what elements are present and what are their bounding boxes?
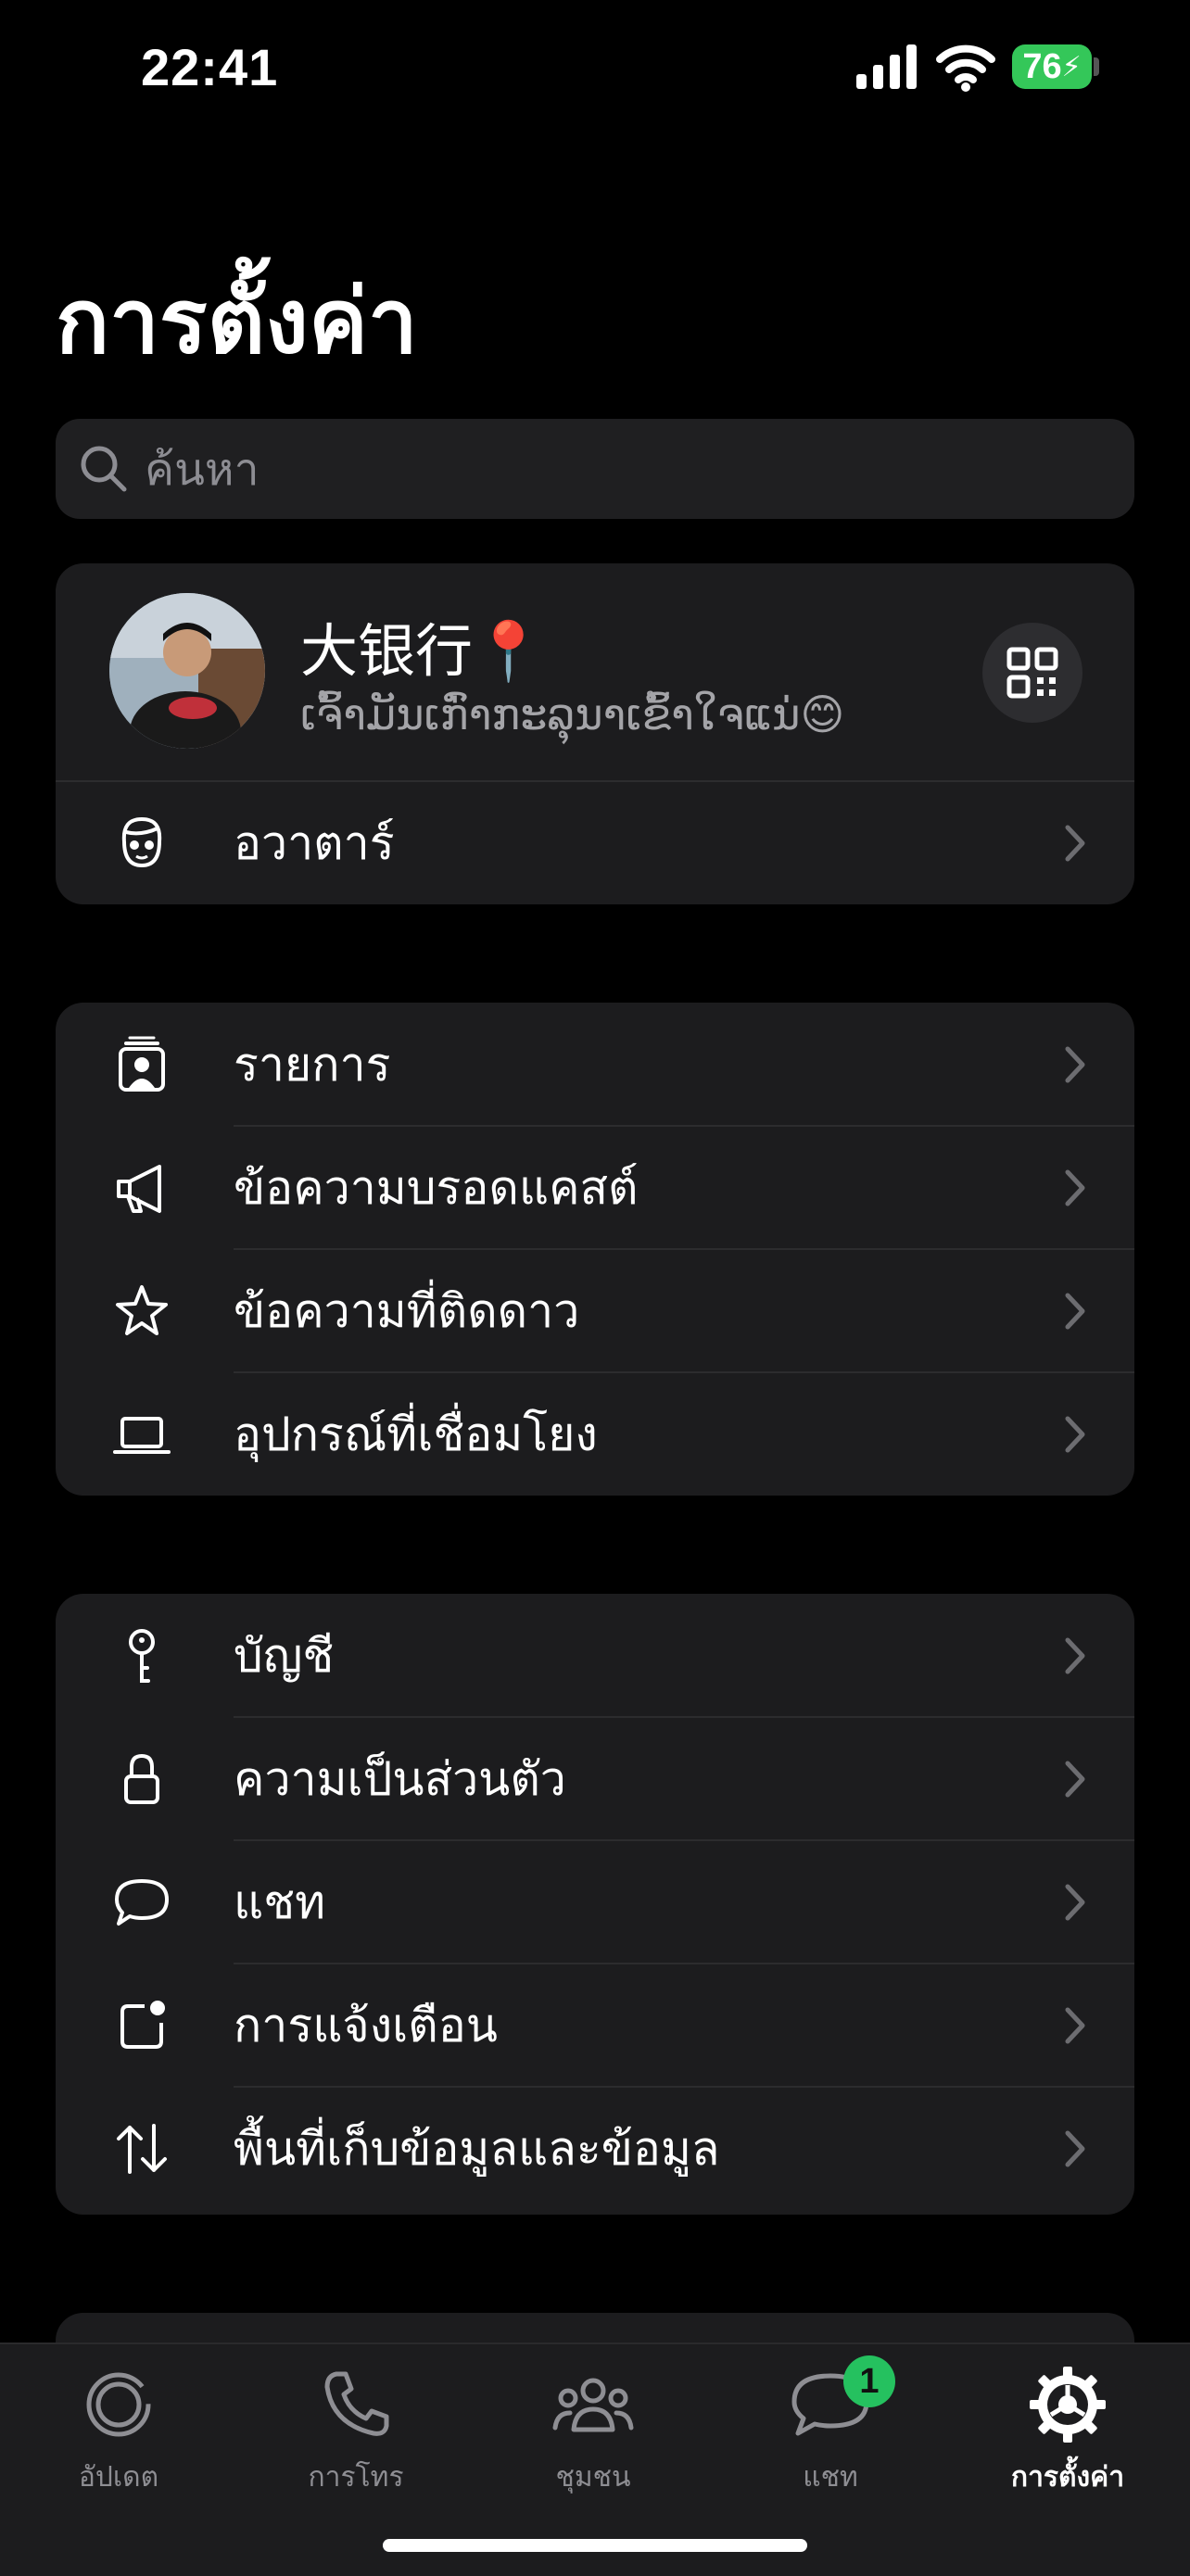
menu-item-label: ข้อความบรอดแคสต์	[234, 1162, 639, 1214]
tab-label: แชท	[803, 2462, 858, 2493]
updates-icon	[86, 2372, 151, 2437]
tab-chats[interactable]: 1 แชท	[738, 2355, 923, 2502]
menu-item-notifications[interactable]: การแจ้งเตือน	[56, 1964, 1134, 2088]
status-time: 22:41	[141, 38, 279, 96]
menu-item-account[interactable]: บัญชี	[56, 1594, 1134, 1718]
menu-item-storage[interactable]: พื้นที่เก็บข้อมูลและข้อมูล	[56, 2087, 1134, 2211]
notification-icon	[120, 2001, 165, 2049]
menu-item-lists[interactable]: รายการ	[56, 1003, 1134, 1127]
chevron-right-icon	[1065, 1293, 1085, 1330]
contact-list-icon	[119, 1036, 165, 1092]
cellular-signal-icon	[856, 44, 917, 89]
profile-name: 大银行📍	[300, 620, 545, 684]
search-bar[interactable]	[56, 419, 1134, 521]
profile-row[interactable]: 大银行📍 ເຈົ້າມັນເກົ່າກະລຸນາເຂົ້າໃຈແນ່😊	[56, 563, 1134, 780]
data-arrows-icon	[117, 2124, 167, 2174]
chevron-right-icon	[1065, 1169, 1085, 1206]
profile-card: 大银行📍 ເຈົ້າມັນເກົ່າກະລຸນາເຂົ້າໃຈແນ່😊 อวาต…	[56, 563, 1134, 904]
chevron-right-icon	[1065, 825, 1085, 862]
tab-calls[interactable]: การโทร	[263, 2363, 449, 2502]
unread-badge: 1	[843, 2355, 895, 2407]
menu-item-label: รายการ	[234, 1039, 391, 1091]
menu-group-1: รายการ ข้อความบรอดแคสต์ ข้อความที่ติดดาว…	[56, 1003, 1134, 1496]
menu-group-2: บัญชี ความเป็นส่วนตัว แชท การแจ้งเตือน พ…	[56, 1594, 1134, 2215]
wifi-icon	[936, 44, 995, 92]
communities-icon	[552, 2378, 634, 2432]
search-input[interactable]	[143, 419, 1110, 521]
avatar-face-icon	[121, 816, 162, 868]
battery-indicator: 76 ⚡	[1012, 44, 1092, 89]
profile-status: ເຈົ້າມັນເກົ່າກະລຸນາເຂົ້າໃຈແນ່😊	[300, 690, 845, 739]
avatar[interactable]	[109, 593, 265, 749]
chevron-right-icon	[1065, 1416, 1085, 1453]
qr-code-button[interactable]	[982, 623, 1082, 723]
tab-settings[interactable]: การตั้งค่า	[975, 2363, 1160, 2502]
settings-icon	[1030, 2367, 1106, 2443]
avatar-label: อวาตาร์	[234, 817, 395, 869]
qr-code-icon	[1006, 647, 1058, 699]
avatar-row[interactable]: อวาตาร์	[56, 782, 1134, 904]
chat-bubble-icon	[115, 1879, 169, 1926]
menu-item-privacy[interactable]: ความเป็นส่วนตัว	[56, 1717, 1134, 1841]
page-title: การตั้งค่า	[56, 272, 418, 372]
home-indicator	[383, 2539, 807, 2552]
menu-item-chats[interactable]: แชท	[56, 1840, 1134, 1964]
search-icon	[81, 446, 127, 492]
laptop-icon	[113, 1417, 171, 1454]
menu-item-label: การแจ้งเตือน	[234, 2000, 498, 2052]
menu-item-label: พื้นที่เก็บข้อมูลและข้อมูล	[234, 2123, 720, 2175]
phone-icon	[324, 2371, 389, 2436]
megaphone-icon	[117, 1165, 161, 1213]
menu-item-label: บัญชี	[234, 1630, 335, 1682]
chevron-right-icon	[1065, 1761, 1085, 1798]
tab-communities[interactable]: ชุมชน	[500, 2363, 686, 2502]
avatar-photo	[109, 593, 265, 749]
lock-icon	[124, 1753, 159, 1804]
battery-cap	[1094, 57, 1099, 76]
menu-item-broadcast[interactable]: ข้อความบรอดแคสต์	[56, 1126, 1134, 1250]
key-icon	[129, 1629, 155, 1683]
tab-label: การตั้งค่า	[1010, 2462, 1125, 2493]
menu-item-label: ข้อความที่ติดดาว	[234, 1285, 580, 1337]
menu-item-label: แชท	[234, 1876, 326, 1928]
chevron-right-icon	[1065, 1046, 1085, 1083]
star-icon	[116, 1285, 168, 1335]
tab-label: ชุมชน	[555, 2462, 631, 2493]
menu-item-linked-devices[interactable]: อุปกรณ์ที่เชื่อมโยง	[56, 1372, 1134, 1496]
menu-item-label: ความเป็นส่วนตัว	[234, 1753, 566, 1805]
chevron-right-icon	[1065, 2007, 1085, 2044]
menu-item-label: อุปกรณ์ที่เชื่อมโยง	[234, 1408, 598, 1460]
chevron-right-icon	[1065, 1637, 1085, 1674]
menu-item-starred[interactable]: ข้อความที่ติดดาว	[56, 1249, 1134, 1373]
chevron-right-icon	[1065, 2130, 1085, 2167]
chevron-right-icon	[1065, 1884, 1085, 1921]
tab-updates[interactable]: อัปเดต	[26, 2363, 211, 2502]
tab-label: อัปเดต	[78, 2462, 159, 2493]
tab-label: การโทร	[308, 2462, 404, 2493]
